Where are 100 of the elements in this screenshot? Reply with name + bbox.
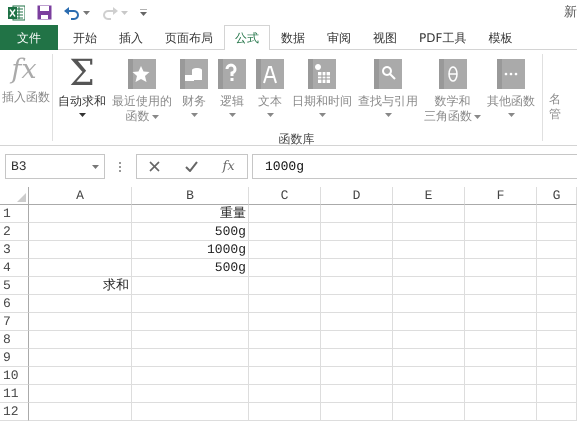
row-header[interactable]: 12 xyxy=(0,403,29,421)
function-icon: fx xyxy=(11,53,41,87)
button-label: 日期和时间 xyxy=(292,94,352,109)
table-cell xyxy=(321,349,393,367)
column-header[interactable]: C xyxy=(249,187,321,205)
ribbon-tab[interactable]: 页面布局 xyxy=(154,25,224,50)
caret-icon xyxy=(83,10,90,14)
table-cell xyxy=(321,223,393,241)
column-header[interactable]: E xyxy=(393,187,465,205)
ribbon-button[interactable]: Σ 自动求和 xyxy=(55,54,109,129)
ribbon-tab[interactable]: 插入 xyxy=(108,25,154,50)
table-cell xyxy=(393,277,465,295)
table-cell xyxy=(537,205,577,223)
row-header[interactable]: 8 xyxy=(0,331,29,349)
row-header[interactable]: 2 xyxy=(0,223,29,241)
table-cell xyxy=(465,331,537,349)
table-cell xyxy=(393,241,465,259)
table-cell xyxy=(537,259,577,277)
table-cell xyxy=(393,205,465,223)
table-cell xyxy=(249,385,321,403)
table-cell xyxy=(249,313,321,331)
button-label: 文本 xyxy=(258,94,282,109)
ribbon-tab[interactable]: 视图 xyxy=(362,25,408,50)
ribbon-tab[interactable]: 数据 xyxy=(270,25,316,50)
table-cell xyxy=(249,295,321,313)
table-cell xyxy=(465,385,537,403)
row-header[interactable]: 1 xyxy=(0,205,29,223)
column-header[interactable]: G xyxy=(537,187,577,205)
customize-caret-icon[interactable] xyxy=(140,9,147,16)
ribbon-tab[interactable]: 开始 xyxy=(62,25,108,50)
table-cell xyxy=(465,223,537,241)
table-cell xyxy=(249,205,321,223)
button-label: 管 xyxy=(549,107,561,122)
undo-button[interactable] xyxy=(64,6,90,20)
ribbon-tab[interactable]: PDF工具 xyxy=(408,25,478,50)
button-label: 插入函数 xyxy=(2,90,50,105)
insert-function-button[interactable]: fx xyxy=(222,159,235,174)
ribbon-tab[interactable]: 模板 xyxy=(477,25,524,50)
row-header[interactable]: 3 xyxy=(0,241,29,259)
table-cell xyxy=(465,367,537,385)
button-label: 名 xyxy=(549,92,561,107)
table-cell: 求和 xyxy=(29,277,132,295)
table-cell xyxy=(393,403,465,421)
star-book-icon xyxy=(126,59,158,89)
table-cell xyxy=(465,349,537,367)
table-cell xyxy=(321,205,393,223)
row-header[interactable]: 9 xyxy=(0,349,29,367)
button-label: 逻辑 xyxy=(220,94,244,109)
table-cell: 重量 xyxy=(132,205,249,223)
window-title: 新 xyxy=(564,4,577,21)
row-header[interactable]: 4 xyxy=(0,259,29,277)
row-header[interactable]: 10 xyxy=(0,367,29,385)
ribbon-button[interactable]: 名 管 xyxy=(542,54,561,141)
row-header[interactable]: 6 xyxy=(0,295,29,313)
column-header[interactable]: B xyxy=(132,187,249,205)
ribbon-tab[interactable]: 公式 xyxy=(224,25,270,50)
table-cell xyxy=(393,223,465,241)
formula-field[interactable]: 1000g xyxy=(252,154,577,179)
table-cell xyxy=(393,331,465,349)
button-label: 其他函数 xyxy=(487,94,535,109)
table-cell xyxy=(465,205,537,223)
table-cell xyxy=(393,295,465,313)
name-box[interactable]: B3 xyxy=(5,154,105,179)
group-label: 函数库 xyxy=(278,131,314,148)
file-tab[interactable]: 文件 xyxy=(0,25,58,50)
button-label: 查找与引用 xyxy=(358,94,418,109)
table-cell xyxy=(465,313,537,331)
table-cell xyxy=(249,259,321,277)
row-header[interactable]: 11 xyxy=(0,385,29,403)
row-header[interactable]: 7 xyxy=(0,313,29,331)
check-icon[interactable] xyxy=(184,161,198,172)
dots-book-icon xyxy=(495,59,527,89)
button-label: 最近使用的 xyxy=(112,94,172,109)
table-cell xyxy=(537,241,577,259)
table-cell xyxy=(321,259,393,277)
column-header[interactable]: F xyxy=(465,187,537,205)
table-cell xyxy=(537,223,577,241)
button-label: 财务 xyxy=(182,94,206,109)
theta-book-icon xyxy=(436,59,468,89)
table-cell xyxy=(537,313,577,331)
row-header[interactable]: 5 xyxy=(0,277,29,295)
table-cell xyxy=(537,331,577,349)
spreadsheet-logo-icon[interactable] xyxy=(8,4,25,20)
column-header[interactable]: D xyxy=(321,187,393,205)
table-cell xyxy=(321,295,393,313)
table-cell xyxy=(537,403,577,421)
cancel-icon[interactable] xyxy=(149,161,160,172)
table-cell xyxy=(537,385,577,403)
button-label: 函数 xyxy=(126,109,150,124)
coins-book-icon xyxy=(178,59,210,89)
table-cell xyxy=(249,367,321,385)
table-cell xyxy=(537,295,577,313)
ribbon-tab[interactable]: 审阅 xyxy=(316,25,362,50)
table-cell xyxy=(249,241,321,259)
table-cell: 500g xyxy=(132,223,249,241)
save-icon[interactable] xyxy=(37,5,52,20)
button-label: 数学和 xyxy=(434,94,470,109)
sum-icon: Σ xyxy=(69,57,95,91)
table-cell xyxy=(249,403,321,421)
column-header[interactable]: A xyxy=(29,187,132,205)
